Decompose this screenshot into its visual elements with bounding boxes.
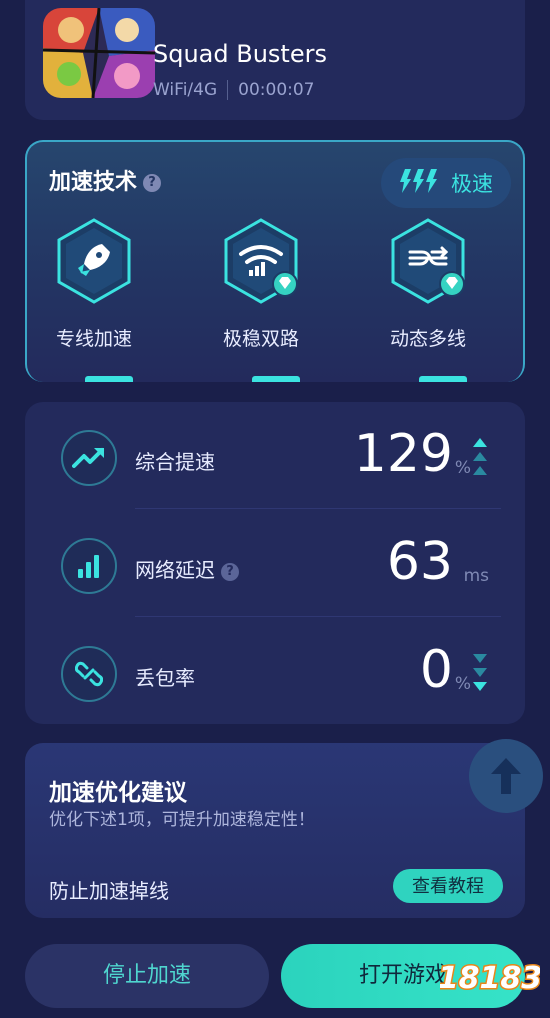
stat-row-packet-loss: 丢包率 0 % bbox=[25, 622, 525, 722]
divider bbox=[135, 508, 501, 509]
trend-up-icon bbox=[72, 448, 104, 468]
help-icon[interactable]: ? bbox=[143, 174, 162, 192]
tech-title-text: 加速技术 bbox=[49, 170, 138, 195]
acceleration-tech-card: 加速技术? 极速 专线加速 极稳双路 动态多线 bbox=[25, 140, 525, 382]
stat-unit: % bbox=[454, 674, 471, 694]
diamond-badge-icon bbox=[439, 271, 465, 297]
hex-badge bbox=[390, 218, 466, 304]
stat-label-wrap: 网络延迟? bbox=[135, 554, 239, 583]
stat-icon-circle bbox=[61, 646, 117, 702]
stat-row-speedup: 综合提速 129 % bbox=[25, 406, 525, 506]
help-icon[interactable]: ? bbox=[221, 562, 239, 581]
hex-badge bbox=[223, 218, 299, 304]
stat-label: 综合提速 bbox=[135, 450, 215, 474]
optimization-suggestion-card: 加速优化建议 优化下述1项，可提升加速稳定性！ 防止加速掉线 查看教程 bbox=[25, 739, 543, 918]
broken-link-icon bbox=[75, 661, 103, 687]
network-type: WiFi/4G bbox=[153, 80, 218, 100]
tab-indicator bbox=[85, 376, 133, 382]
signal-bars-icon bbox=[78, 555, 99, 578]
stat-row-latency: 网络延迟? 63 ms bbox=[25, 514, 525, 614]
divider bbox=[135, 616, 501, 617]
stop-acceleration-button[interactable]: 停止加速 bbox=[25, 944, 269, 1008]
tech-item-label: 动态多线 bbox=[389, 328, 466, 350]
connection-info: WiFi/4G 00:00:07 bbox=[153, 80, 315, 100]
suggestion-item-label: 防止加速掉线 bbox=[49, 879, 169, 903]
game-title: Squad Busters bbox=[153, 40, 327, 68]
stat-unit: ms bbox=[463, 566, 489, 586]
stat-value: 63 bbox=[386, 532, 453, 592]
stat-icon-circle bbox=[61, 430, 117, 486]
speed-mode-button[interactable]: 极速 bbox=[381, 158, 511, 208]
game-info-card: Squad Busters WiFi/4G 00:00:07 bbox=[25, 0, 525, 120]
stat-label: 丢包率 bbox=[135, 666, 195, 690]
lightning-icon bbox=[399, 168, 439, 198]
stat-label: 网络延迟 bbox=[135, 558, 215, 582]
watermark-logo: 18183 bbox=[440, 960, 540, 998]
tab-indicator bbox=[252, 376, 300, 382]
session-timer: 00:00:07 bbox=[238, 80, 315, 100]
stat-icon-circle bbox=[61, 538, 117, 594]
arrow-up-icon bbox=[491, 758, 521, 794]
stat-value: 0 bbox=[419, 640, 453, 700]
stats-card: 综合提速 129 % 网络延迟? 63 ms 丢包率 0 % bbox=[25, 402, 525, 724]
diamond-badge-icon bbox=[272, 271, 298, 297]
tech-title: 加速技术? bbox=[49, 164, 162, 196]
suggestion-subtitle: 优化下述1项，可提升加速稳定性！ bbox=[49, 810, 315, 830]
scroll-top-button[interactable] bbox=[469, 739, 543, 813]
tech-item-dedicated-line[interactable]: 专线加速 bbox=[19, 218, 169, 351]
triple-down-arrows-icon bbox=[473, 654, 487, 698]
stat-value: 129 bbox=[353, 424, 453, 484]
divider bbox=[227, 80, 229, 100]
tech-item-dual-path[interactable]: 极稳双路 bbox=[186, 218, 336, 351]
tech-item-label: 专线加速 bbox=[55, 328, 132, 350]
suggestion-title: 加速优化建议 bbox=[49, 780, 187, 806]
tab-indicator bbox=[419, 376, 467, 382]
watermark-text: 18183 bbox=[440, 961, 540, 996]
speed-mode-label: 极速 bbox=[451, 172, 493, 196]
tech-item-label: 极稳双路 bbox=[222, 328, 299, 350]
tech-item-dynamic-multiline[interactable]: 动态多线 bbox=[353, 218, 503, 351]
stat-unit: % bbox=[454, 458, 471, 478]
view-tutorial-button[interactable]: 查看教程 bbox=[393, 869, 503, 903]
game-icon bbox=[43, 8, 155, 98]
triple-up-arrows-icon bbox=[473, 438, 487, 482]
hex-badge bbox=[56, 218, 132, 304]
